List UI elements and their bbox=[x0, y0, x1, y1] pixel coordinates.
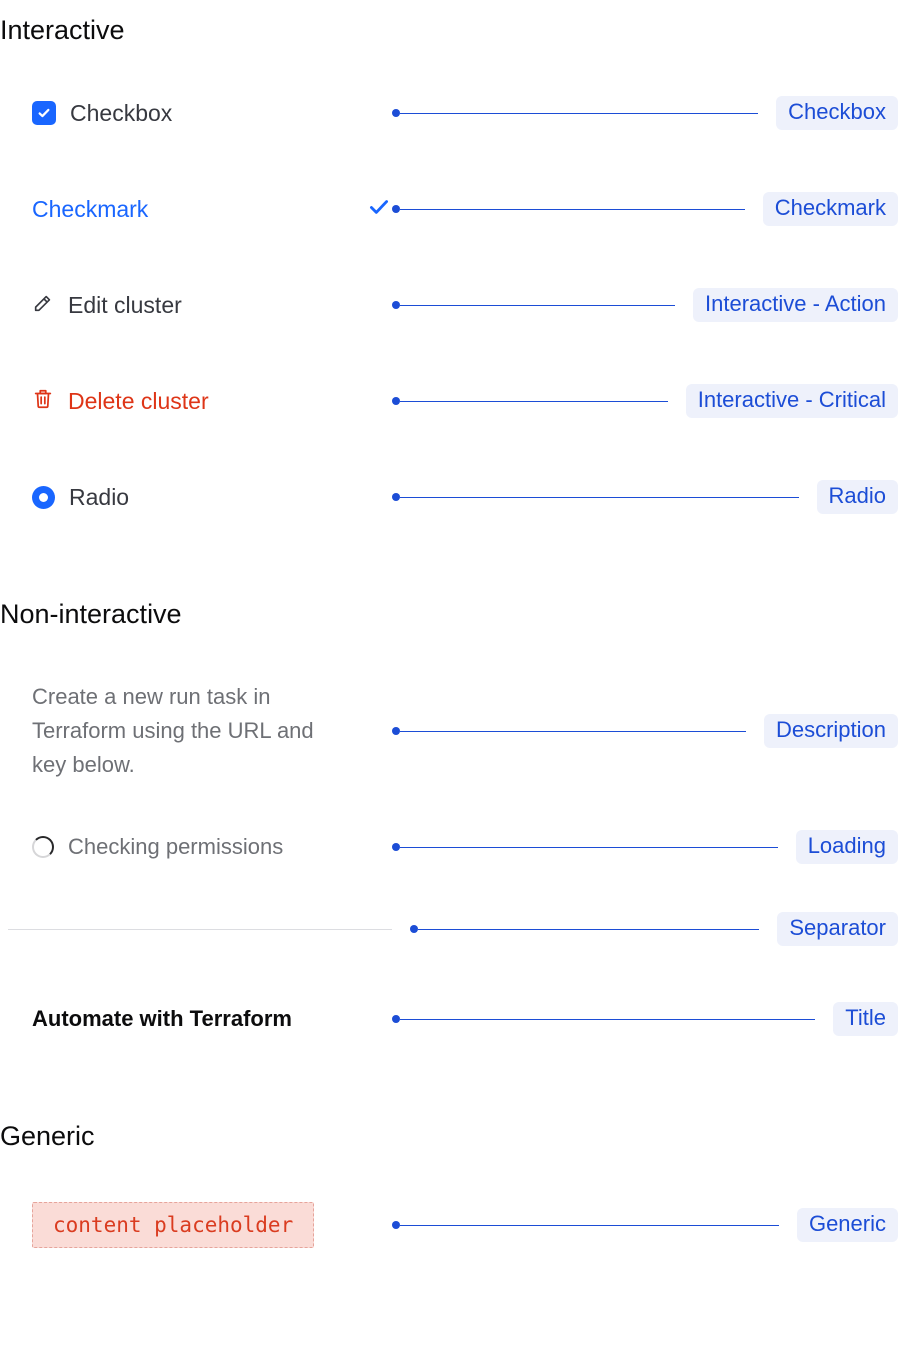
badge-wrap: Interactive - Critical bbox=[668, 384, 898, 418]
connector bbox=[392, 301, 675, 309]
badge-wrap: Generic bbox=[779, 1208, 898, 1242]
row-generic: content placeholder Generic bbox=[0, 1202, 898, 1248]
connector bbox=[392, 397, 668, 405]
connector-dot bbox=[392, 397, 400, 405]
connector-line bbox=[400, 1019, 815, 1020]
edit-example[interactable]: Edit cluster bbox=[32, 292, 392, 319]
row-title: Automate with Terraform Title bbox=[0, 1002, 898, 1036]
connector-dot bbox=[392, 301, 400, 309]
badge-wrap: Title bbox=[815, 1002, 898, 1036]
separator-line bbox=[8, 929, 392, 930]
badge-wrap: Separator bbox=[759, 912, 898, 946]
connector-dot bbox=[392, 727, 400, 735]
generic-example: content placeholder bbox=[32, 1202, 392, 1248]
badge-wrap: Checkbox bbox=[758, 96, 898, 130]
connector-dot bbox=[392, 1221, 400, 1229]
section-noninteractive-title: Non-interactive bbox=[0, 584, 898, 630]
connector-line bbox=[400, 847, 778, 848]
badge-wrap: Description bbox=[746, 714, 898, 748]
separator-example bbox=[8, 929, 392, 930]
loading-example: Checking permissions bbox=[32, 834, 392, 860]
connector bbox=[392, 493, 799, 501]
edit-label: Edit cluster bbox=[68, 292, 182, 319]
section-generic: Generic content placeholder Generic bbox=[0, 1106, 898, 1248]
badge-wrap: Checkmark bbox=[745, 192, 898, 226]
connector bbox=[392, 205, 745, 213]
checkmark-icon bbox=[366, 194, 392, 225]
placeholder-box: content placeholder bbox=[32, 1202, 314, 1248]
generic-badge: Generic bbox=[797, 1208, 898, 1242]
connector-dot bbox=[392, 205, 400, 213]
pencil-icon bbox=[32, 292, 54, 319]
delete-label: Delete cluster bbox=[68, 388, 209, 415]
checkbox-icon[interactable] bbox=[32, 101, 56, 125]
row-separator: Separator bbox=[0, 912, 898, 946]
connector bbox=[392, 109, 758, 117]
badge-wrap: Interactive - Action bbox=[675, 288, 898, 322]
connector bbox=[392, 925, 759, 933]
connector bbox=[392, 843, 778, 851]
connector-line bbox=[400, 1225, 779, 1226]
connector-line bbox=[418, 929, 759, 930]
connector-dot bbox=[392, 109, 400, 117]
badge-wrap: Loading bbox=[778, 830, 898, 864]
checkmark-badge: Checkmark bbox=[763, 192, 898, 226]
connector-line bbox=[400, 209, 745, 210]
connector-dot bbox=[392, 843, 400, 851]
connector-dot bbox=[392, 1015, 400, 1023]
title-example: Automate with Terraform bbox=[32, 1006, 392, 1032]
radio-inner bbox=[39, 493, 48, 502]
row-edit: Edit cluster Interactive - Action bbox=[0, 288, 898, 322]
connector-line bbox=[400, 731, 746, 732]
section-interactive-title: Interactive bbox=[0, 0, 898, 46]
row-description: Create a new run task in Terraform using… bbox=[0, 680, 898, 782]
connector-line bbox=[400, 305, 675, 306]
row-delete: Delete cluster Interactive - Critical bbox=[0, 384, 898, 418]
title-text: Automate with Terraform bbox=[32, 1006, 292, 1032]
section-generic-title: Generic bbox=[0, 1106, 898, 1152]
connector-line bbox=[400, 113, 758, 114]
connector-dot bbox=[410, 925, 418, 933]
trash-icon bbox=[32, 388, 54, 415]
checkmark-example[interactable]: Checkmark bbox=[32, 194, 392, 225]
title-badge: Title bbox=[833, 1002, 898, 1036]
description-text: Create a new run task in Terraform using… bbox=[32, 680, 342, 782]
connector bbox=[392, 727, 746, 735]
spinner-icon bbox=[32, 836, 54, 858]
radio-icon[interactable] bbox=[32, 486, 55, 509]
row-radio: Radio Radio bbox=[0, 480, 898, 514]
delete-badge: Interactive - Critical bbox=[686, 384, 898, 418]
connector bbox=[392, 1221, 779, 1229]
loading-label: Checking permissions bbox=[68, 834, 283, 860]
connector-line bbox=[400, 401, 668, 402]
section-interactive: Interactive Checkbox Checkbox Checkmark bbox=[0, 0, 898, 514]
description-badge: Description bbox=[764, 714, 898, 748]
radio-label: Radio bbox=[69, 484, 129, 511]
checkbox-example[interactable]: Checkbox bbox=[32, 100, 392, 127]
connector-dot bbox=[392, 493, 400, 501]
radio-example[interactable]: Radio bbox=[32, 484, 392, 511]
connector bbox=[392, 1015, 815, 1023]
checkbox-label: Checkbox bbox=[70, 100, 172, 127]
radio-badge: Radio bbox=[817, 480, 898, 514]
row-loading: Checking permissions Loading bbox=[0, 830, 898, 864]
separator-badge: Separator bbox=[777, 912, 898, 946]
badge-wrap: Radio bbox=[799, 480, 898, 514]
row-checkbox: Checkbox Checkbox bbox=[0, 96, 898, 130]
connector-line bbox=[400, 497, 799, 498]
loading-badge: Loading bbox=[796, 830, 898, 864]
checkmark-label: Checkmark bbox=[32, 196, 148, 223]
row-checkmark: Checkmark Checkmark bbox=[0, 192, 898, 226]
checkbox-badge: Checkbox bbox=[776, 96, 898, 130]
section-noninteractive: Non-interactive Create a new run task in… bbox=[0, 584, 898, 1036]
description-example: Create a new run task in Terraform using… bbox=[32, 680, 392, 782]
delete-example[interactable]: Delete cluster bbox=[32, 388, 392, 415]
edit-badge: Interactive - Action bbox=[693, 288, 898, 322]
